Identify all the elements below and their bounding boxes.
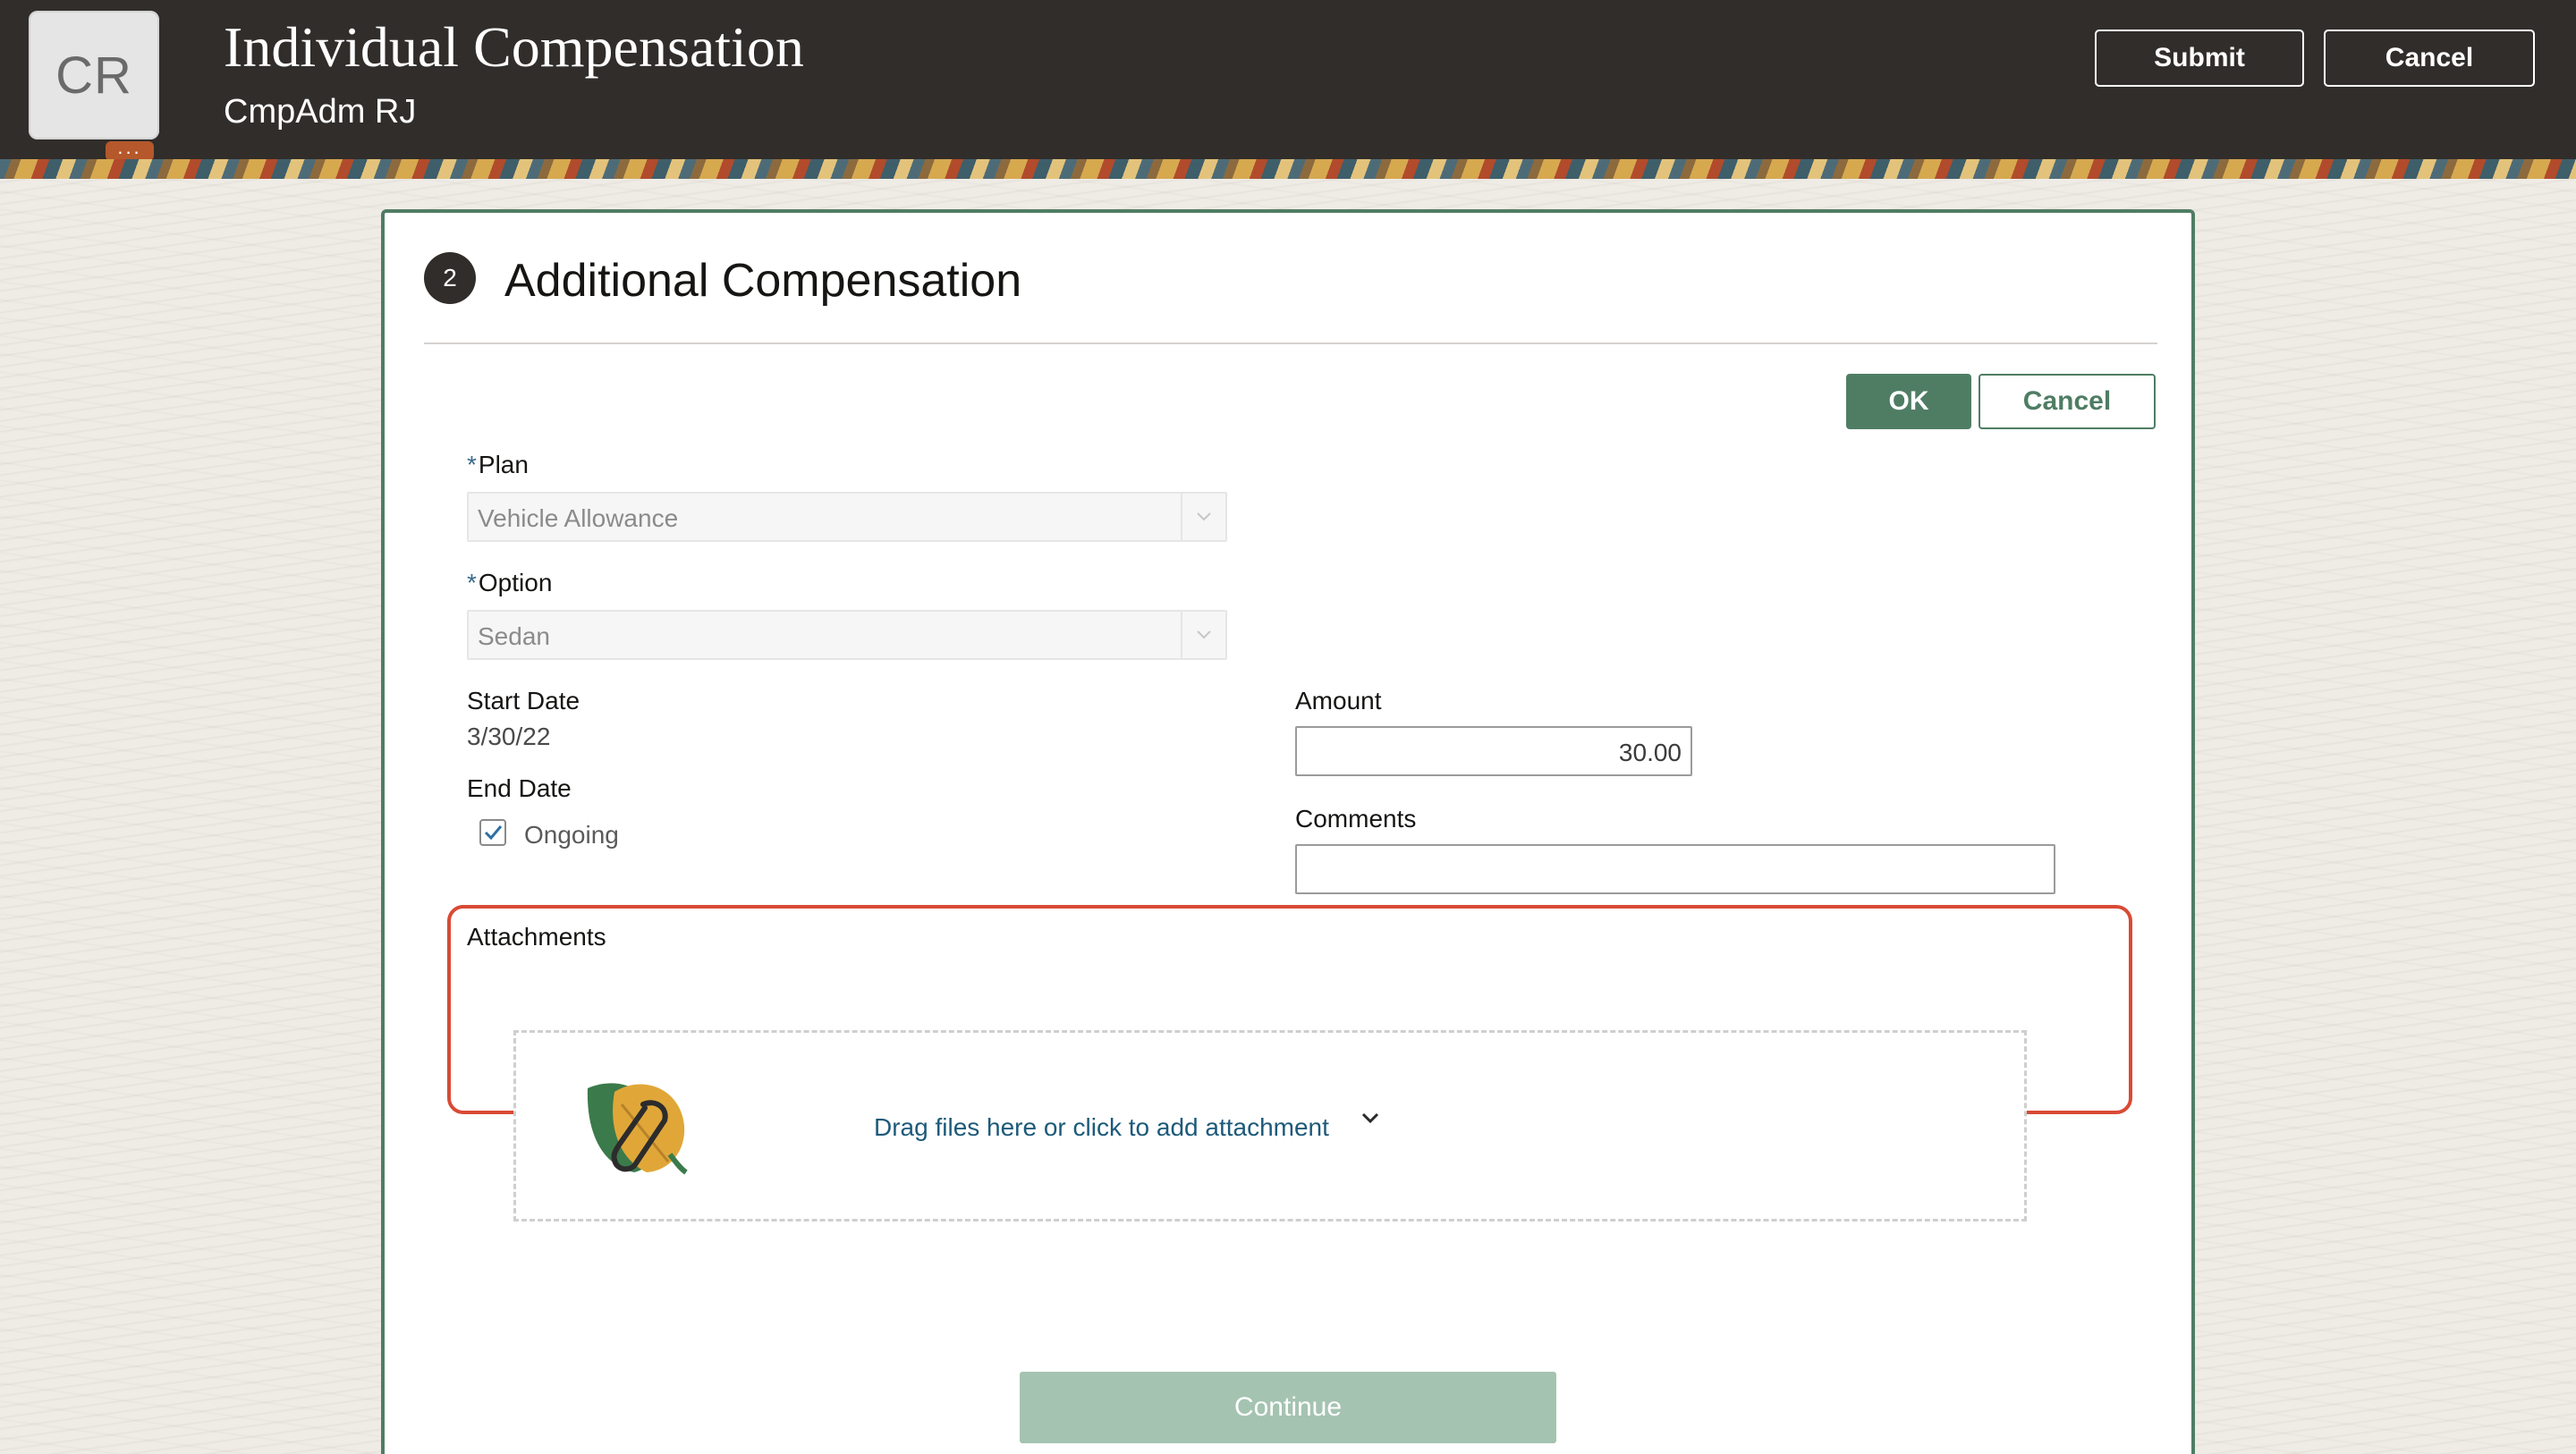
page-subtitle: CmpAdm RJ xyxy=(224,93,417,131)
attachment-drop-zone[interactable]: Drag files here or click to add attachme… xyxy=(513,1030,2027,1222)
chevron-down-icon[interactable] xyxy=(1181,494,1225,540)
page-title: Individual Compensation xyxy=(224,15,804,79)
required-marker: * xyxy=(467,451,477,478)
end-date-label: End Date xyxy=(467,774,572,802)
chevron-down-icon[interactable] xyxy=(1181,612,1225,658)
divider xyxy=(424,342,2157,344)
continue-button[interactable]: Continue xyxy=(1020,1372,1556,1443)
chevron-down-icon[interactable] xyxy=(1360,1112,1380,1126)
option-select-value: Sedan xyxy=(478,622,550,650)
header-cancel-button[interactable]: Cancel xyxy=(2324,30,2535,87)
section-title: Additional Compensation xyxy=(504,255,1022,307)
step-number-badge: 2 xyxy=(424,252,476,304)
start-date-value: 3/30/22 xyxy=(467,723,551,750)
ok-button[interactable]: OK xyxy=(1846,374,1971,429)
add-attachment-link[interactable]: Drag files here or click to add attachme… xyxy=(874,1113,1329,1142)
checkmark-icon xyxy=(484,825,503,841)
additional-compensation-card: 2 Additional Compensation OK Cancel *Pla… xyxy=(381,209,2195,1454)
ongoing-label[interactable]: Ongoing xyxy=(524,821,619,850)
ongoing-checkbox[interactable] xyxy=(479,819,506,846)
plan-select-value: Vehicle Allowance xyxy=(478,504,679,532)
attachment-leaf-icon xyxy=(587,1083,688,1175)
decorative-banner xyxy=(0,159,2576,179)
avatar[interactable]: CR ... xyxy=(29,11,159,161)
submit-button[interactable]: Submit xyxy=(2095,30,2304,87)
option-label: *Option xyxy=(467,569,553,596)
plan-select[interactable]: Vehicle Allowance xyxy=(467,492,1227,542)
required-marker: * xyxy=(467,569,477,596)
amount-input[interactable]: 30.00 xyxy=(1295,726,1692,776)
avatar-initials: CR xyxy=(55,46,132,105)
comments-input[interactable] xyxy=(1295,844,2055,894)
start-date-label: Start Date xyxy=(467,687,580,714)
app-header: CR ... Individual Compensation CmpAdm RJ… xyxy=(0,0,2576,161)
plan-label: *Plan xyxy=(467,451,529,478)
amount-label: Amount xyxy=(1295,687,1382,714)
more-options-icon[interactable]: ... xyxy=(106,138,154,161)
amount-value: 30.00 xyxy=(1618,739,1682,766)
attachments-label: Attachments xyxy=(467,923,606,951)
cancel-button[interactable]: Cancel xyxy=(1979,374,2156,429)
comments-label: Comments xyxy=(1295,805,1417,833)
option-select[interactable]: Sedan xyxy=(467,610,1227,660)
